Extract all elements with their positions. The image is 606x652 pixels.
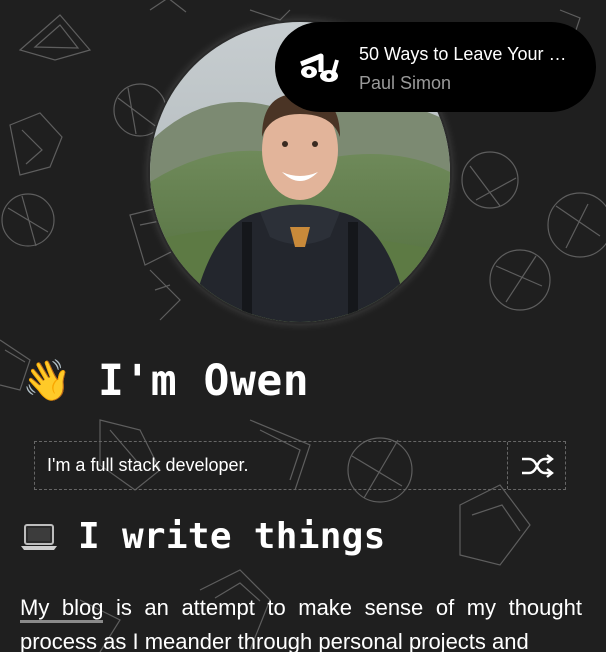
intro-text: I'm a full stack developer. bbox=[47, 455, 249, 475]
writing-section-heading: I write things bbox=[20, 516, 386, 557]
music-note-icon bbox=[297, 50, 343, 84]
page-title: I'm Owen bbox=[98, 356, 310, 406]
blog-description: My blog is an attempt to make sense of m… bbox=[20, 591, 582, 652]
intro-box: I'm a full stack developer. bbox=[34, 441, 566, 490]
blog-description-text: is an attempt to make sense of my though… bbox=[20, 595, 582, 652]
hero-heading: 👋 I'm Owen bbox=[22, 356, 309, 406]
now-playing-text: 50 Ways to Leave Your … Paul Simon bbox=[359, 42, 587, 95]
laptop-icon bbox=[21, 523, 57, 550]
track-title: 50 Ways to Leave Your … bbox=[359, 44, 567, 64]
shuffle-button[interactable] bbox=[507, 442, 565, 489]
track-artist: Paul Simon bbox=[359, 73, 452, 93]
blog-link[interactable]: My blog bbox=[20, 595, 104, 623]
section-title: I write things bbox=[78, 516, 386, 557]
waving-hand-icon: 👋 bbox=[22, 359, 72, 403]
now-playing-widget[interactable]: 50 Ways to Leave Your … Paul Simon bbox=[275, 22, 596, 112]
shuffle-icon bbox=[521, 453, 554, 478]
